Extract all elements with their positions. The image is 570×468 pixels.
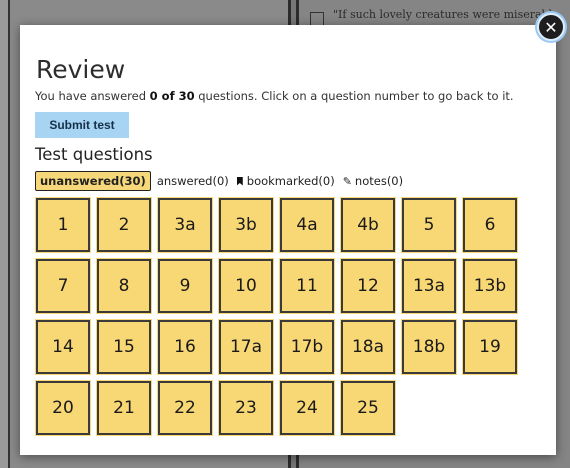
question-button[interactable]: 11	[279, 258, 335, 314]
background-quote: "If such lovely creatures were miserable	[333, 8, 559, 21]
test-questions-heading: Test questions	[35, 145, 153, 164]
question-button[interactable]: 22	[157, 380, 213, 436]
question-button[interactable]: 18a	[340, 319, 396, 375]
question-button[interactable]: 3a	[157, 197, 213, 253]
question-filters: unanswered(30) answered(0) bookmarked(0)…	[35, 170, 411, 192]
review-modal: Review You have answered 0 of 30 questio…	[20, 25, 556, 455]
modal-title: Review	[36, 55, 126, 84]
filter-notes[interactable]: ✎ notes(0)	[343, 174, 403, 188]
notes-icon: ✎	[342, 174, 352, 188]
question-button[interactable]: 4b	[340, 197, 396, 253]
background-checkbox	[310, 12, 324, 26]
question-button[interactable]: 1	[35, 197, 91, 253]
filter-unanswered[interactable]: unanswered(30)	[35, 171, 151, 191]
intro-prefix: You have answered	[35, 89, 150, 103]
submit-test-button[interactable]: Submit test	[35, 112, 129, 138]
question-button[interactable]: 8	[96, 258, 152, 314]
question-button[interactable]: 21	[96, 380, 152, 436]
filter-bookmarked-label: bookmarked(0)	[246, 174, 335, 188]
question-button[interactable]: 25	[340, 380, 396, 436]
bookmark-icon	[236, 176, 243, 186]
question-button[interactable]: 7	[35, 258, 91, 314]
question-button[interactable]: 14	[35, 319, 91, 375]
question-button[interactable]: 4a	[279, 197, 335, 253]
question-button[interactable]: 6	[462, 197, 518, 253]
background-gutter	[0, 0, 10, 468]
question-button[interactable]: 13a	[401, 258, 457, 314]
question-button[interactable]: 13b	[462, 258, 518, 314]
question-button[interactable]: 10	[218, 258, 274, 314]
question-button[interactable]: 23	[218, 380, 274, 436]
answered-count: 0 of 30	[149, 89, 195, 103]
question-button[interactable]: 16	[157, 319, 213, 375]
close-modal-button[interactable]: ✕	[537, 13, 565, 41]
question-button[interactable]: 5	[401, 197, 457, 253]
question-button[interactable]: 24	[279, 380, 335, 436]
review-intro: You have answered 0 of 30 questions. Cli…	[35, 89, 514, 103]
filter-answered[interactable]: answered(0)	[157, 174, 229, 188]
question-button[interactable]: 17a	[218, 319, 274, 375]
question-button[interactable]: 19	[462, 319, 518, 375]
close-icon: ✕	[544, 17, 558, 37]
question-button[interactable]: 12	[340, 258, 396, 314]
question-button[interactable]: 18b	[401, 319, 457, 375]
question-button[interactable]: 9	[157, 258, 213, 314]
question-button[interactable]: 15	[96, 319, 152, 375]
question-button[interactable]: 17b	[279, 319, 335, 375]
question-button[interactable]: 3b	[218, 197, 274, 253]
filter-notes-label: notes(0)	[354, 174, 404, 188]
question-button[interactable]: 20	[35, 380, 91, 436]
filter-answered-label: answered(0)	[156, 174, 229, 188]
filter-bookmarked[interactable]: bookmarked(0)	[236, 174, 335, 188]
question-button[interactable]: 2	[96, 197, 152, 253]
intro-suffix: questions. Click on a question number to…	[194, 89, 514, 103]
